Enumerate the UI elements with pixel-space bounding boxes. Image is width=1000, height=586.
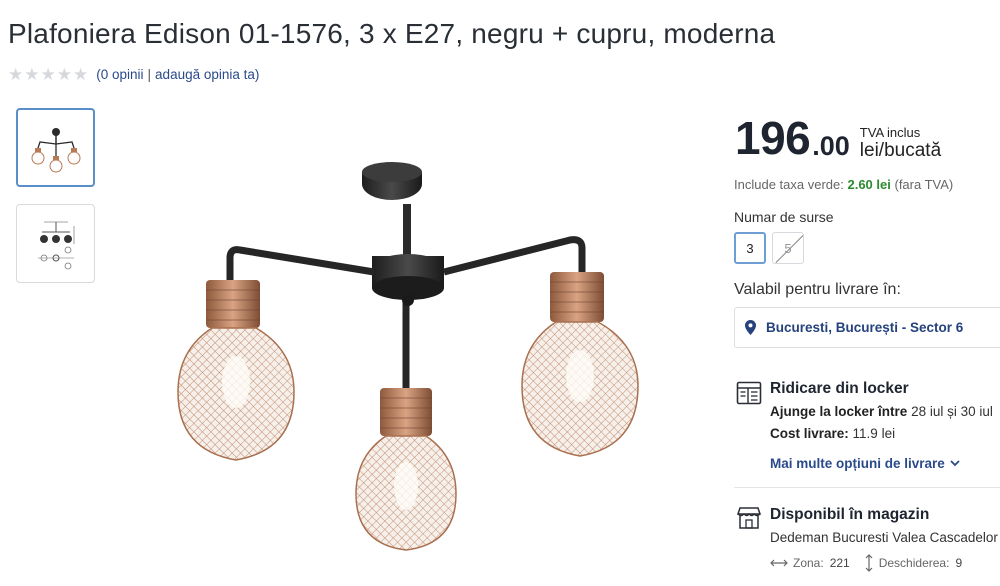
locker-title: Ridicare din locker xyxy=(770,380,909,397)
lamp-thumbnail-icon xyxy=(31,127,80,172)
store-location-details: Zona: 221 Deschiderea: 9 xyxy=(770,554,976,572)
rating-row: ★ ★ ★ ★ ★ (0 opinii | adaugă opinia ta) xyxy=(8,66,259,83)
locker-cost: Cost livrare: 11.9 lei xyxy=(770,426,895,441)
locker-arrival-label: Ajunge la locker între xyxy=(770,404,908,419)
unit-label: lei/bucată xyxy=(859,140,942,161)
locker-arrival: Ajunge la locker între 28 iul și 30 iul xyxy=(770,404,993,419)
star-icon: ★ xyxy=(24,65,40,84)
opinions-link[interactable]: (0 opinii xyxy=(96,67,143,82)
zone-value: 221 xyxy=(829,556,850,570)
eco-tax-value: 2.60 lei xyxy=(847,177,891,192)
source-option-3[interactable]: 3 xyxy=(734,232,766,264)
price-integer: 196 xyxy=(735,112,811,164)
more-delivery-options-link[interactable]: Mai multe opțiuni de livrare xyxy=(770,456,960,471)
horizontal-arrows-icon xyxy=(770,559,788,567)
zone-label: Zona: xyxy=(793,556,824,570)
locker-cost-value: 11.9 lei xyxy=(852,426,896,441)
locker-icon xyxy=(736,381,762,405)
product-title: Plafoniera Edison 01-1576, 3 x E27, negr… xyxy=(8,18,776,49)
eco-tax: Include taxa verde: 2.60 lei (fara TVA) xyxy=(734,177,953,192)
chevron-down-icon xyxy=(950,460,960,467)
eco-tax-suffix: (fara TVA) xyxy=(894,177,954,192)
price-block: 196 .00 TVA inclus lei/bucată xyxy=(735,115,941,161)
locker-cost-label: Cost livrare: xyxy=(770,426,849,441)
star-icon: ★ xyxy=(40,65,56,84)
source-option-label: 3 xyxy=(746,240,754,256)
price-decimals: .00 xyxy=(812,131,850,161)
delivery-label: Valabil pentru livrare în: xyxy=(734,281,901,298)
locker-arrival-value: 28 iul și 30 iul xyxy=(911,404,993,419)
store-title: Disponibil în magazin xyxy=(770,506,930,523)
technical-drawing-icon xyxy=(37,221,74,269)
star-icon: ★ xyxy=(56,65,72,84)
thumbnail-lamp-photo[interactable] xyxy=(16,108,95,187)
more-delivery-options-label: Mai multe opțiuni de livrare xyxy=(770,456,945,471)
rating-stars: ★ ★ ★ ★ ★ xyxy=(8,66,88,83)
sources-label: Numar de surse xyxy=(734,209,834,225)
vertical-arrows-icon xyxy=(865,554,873,572)
section-divider xyxy=(734,487,1000,488)
delivery-location-text: Bucuresti, București - Sector 6 xyxy=(766,320,964,335)
vat-label: TVA inclus xyxy=(859,125,921,140)
store-name[interactable]: Dedeman Bucuresti Valea Cascadelor ( xyxy=(770,530,1000,545)
source-option-5-unavailable[interactable]: 5 xyxy=(772,232,804,264)
add-opinion-link[interactable]: adaugă opinia ta) xyxy=(155,67,259,82)
eco-tax-prefix: Include taxa verde: xyxy=(734,177,844,192)
aisle-value: 9 xyxy=(955,556,963,570)
delivery-location-selector[interactable]: Bucuresti, București - Sector 6 xyxy=(734,307,1000,348)
product-main-image[interactable] xyxy=(160,160,660,560)
unavailable-strike xyxy=(775,234,803,263)
location-pin-icon xyxy=(745,320,756,335)
star-icon: ★ xyxy=(73,65,89,84)
star-icon: ★ xyxy=(8,65,24,84)
rating-separator: | xyxy=(147,67,152,82)
price-unit: TVA inclus lei/bucată xyxy=(860,125,941,161)
aisle-label: Deschiderea: xyxy=(878,556,950,570)
thumbnail-lamp-drawing[interactable] xyxy=(16,204,95,283)
store-icon xyxy=(736,507,762,529)
